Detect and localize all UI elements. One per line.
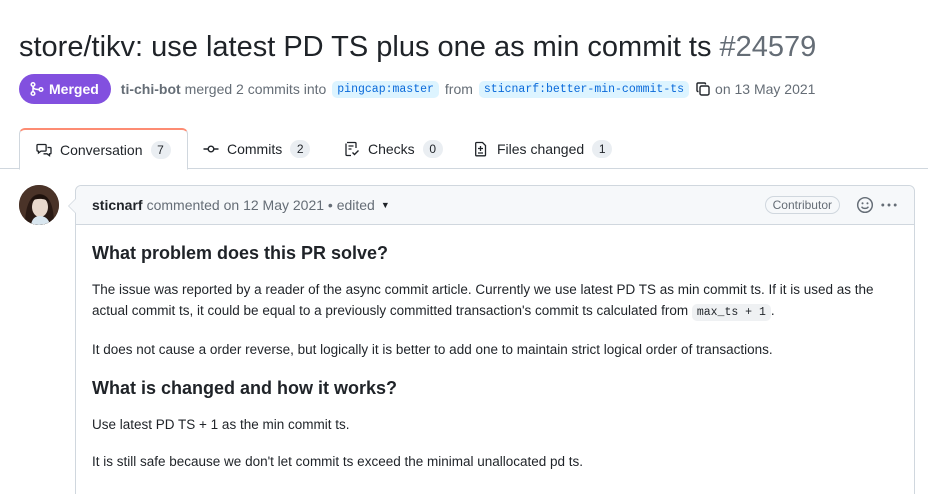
paragraph-safety: It is still safe because we don't let co…	[92, 454, 584, 469]
paragraph-order: It does not cause a order reverse, but l…	[92, 342, 773, 357]
file-diff-icon	[475, 141, 487, 156]
pr-tabs: Conversation 7 Commits 2 Checks 0 Files …	[0, 128, 928, 170]
paragraph-issue-end: .	[770, 303, 775, 318]
tab-conversation[interactable]: Conversation 7	[19, 128, 188, 170]
inline-code: max_ts + 1	[691, 304, 771, 321]
tab-files-changed-count: 1	[592, 139, 613, 158]
tab-files-changed-label: Files changed	[497, 140, 585, 157]
tab-commits-count: 2	[290, 139, 311, 158]
comment-action[interactable]: commented on 12 May 2021 • edited	[147, 197, 375, 213]
git-merge-icon	[30, 81, 44, 97]
comment-author[interactable]: sticnarf	[92, 197, 143, 213]
pr-number: #24579	[719, 31, 817, 63]
base-branch[interactable]: pingcap:master	[332, 80, 439, 98]
heading-problem: What problem does this PR solve?	[92, 243, 389, 263]
git-commit-icon	[203, 144, 219, 152]
from-text: from	[444, 81, 473, 97]
comment-discussion-icon	[36, 143, 52, 157]
pr-meta: Merged ti-chi-bot merged 2 commits into …	[19, 74, 815, 104]
copy-icon[interactable]	[695, 81, 711, 97]
pr-title-text: store/tikv: use latest PD TS plus one as…	[19, 31, 712, 63]
checklist-icon	[345, 141, 359, 156]
tab-conversation-label: Conversation	[60, 141, 143, 158]
tab-checks-label: Checks	[368, 140, 415, 157]
tab-commits-label: Commits	[227, 140, 283, 157]
contributor-badge: Contributor	[764, 196, 840, 214]
merge-date: on 13 May 2021	[715, 81, 816, 97]
chevron-down-icon[interactable]: ▼	[381, 200, 390, 210]
comment-box: sticnarf commented on 12 May 2021 • edit…	[68, 185, 915, 494]
merged-label: Merged	[49, 81, 99, 97]
tab-checks-count: 0	[422, 139, 443, 158]
comment-header: sticnarf commented on 12 May 2021 • edit…	[76, 186, 914, 225]
tab-commits[interactable]: Commits 2	[203, 128, 311, 169]
comment-body: What problem does this PR solve? The iss…	[76, 225, 914, 472]
tab-files-changed[interactable]: Files changed 1	[473, 128, 613, 169]
head-branch[interactable]: sticnarf:better-min-commit-ts	[478, 80, 690, 98]
paragraph-change: Use latest PD TS + 1 as the min commit t…	[92, 417, 350, 432]
pr-title: store/tikv: use latest PD TS plus one as…	[19, 28, 816, 66]
merger-link[interactable]: ti-chi-bot	[121, 81, 181, 97]
smiley-icon[interactable]	[856, 196, 874, 214]
comment-header-actions: Contributor	[764, 196, 898, 214]
avatar[interactable]	[19, 185, 59, 225]
merged-state-badge: Merged	[19, 74, 111, 104]
tab-conversation-count: 7	[150, 140, 171, 159]
kebab-horizontal-icon[interactable]	[880, 196, 898, 214]
paragraph-issue: The issue was reported by a reader of th…	[92, 279, 898, 323]
merged-text: merged 2 commits into	[184, 81, 327, 97]
tab-checks[interactable]: Checks 0	[344, 128, 443, 169]
heading-changes: What is changed and how it works?	[92, 378, 398, 398]
